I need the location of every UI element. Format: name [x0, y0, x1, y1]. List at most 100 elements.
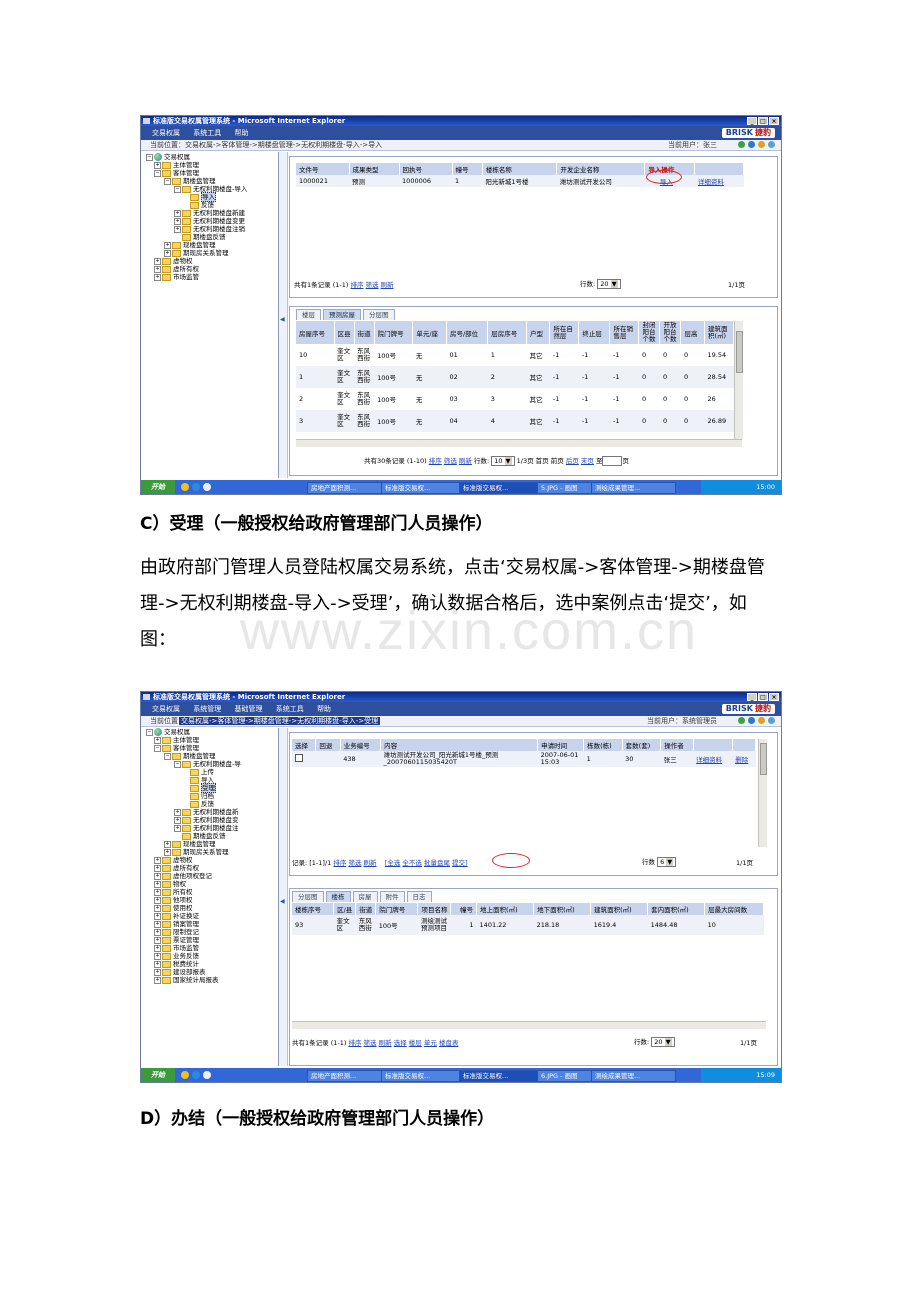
- sort-link[interactable]: 排序: [333, 859, 346, 867]
- vertical-scrollbar[interactable]: [734, 321, 743, 439]
- tree-node[interactable]: + 无权利期楼盘变更: [174, 217, 245, 225]
- tree-node[interactable]: − 客体管理: [154, 169, 199, 177]
- tab-house[interactable]: 房屋: [352, 891, 378, 902]
- tree-node[interactable]: 反馈: [190, 800, 214, 808]
- select-link[interactable]: 选择: [394, 1039, 407, 1047]
- last-page[interactable]: 末页: [581, 457, 594, 465]
- tree-node[interactable]: + 虚所有权: [154, 864, 199, 872]
- maximize-button[interactable]: □: [758, 693, 768, 701]
- tree-node[interactable]: − 无权利期楼盘-导: [174, 760, 241, 768]
- tab-layer-map[interactable]: 分层图: [292, 891, 324, 902]
- table-row[interactable]: 93 奎文区 东风西街 100号 测绘测试预测项目 1 1401.22 218.…: [292, 915, 764, 935]
- filter-link[interactable]: 筛选: [366, 281, 379, 289]
- tree-node[interactable]: + 票证管理: [154, 936, 199, 944]
- menu-item[interactable]: 系统管理: [193, 702, 221, 716]
- unit-link[interactable]: 单元: [424, 1039, 437, 1047]
- tree-node[interactable]: + 主体管理: [154, 736, 199, 744]
- taskbar-task[interactable]: 房地产面积测...: [307, 482, 382, 494]
- tree-node[interactable]: 反馈: [190, 201, 214, 209]
- menu-item[interactable]: 系统工具: [193, 126, 221, 140]
- minimize-button[interactable]: _: [747, 693, 757, 701]
- pane-splitter[interactable]: ◀: [279, 728, 288, 1066]
- taskbar-task[interactable]: 房地产面积测...: [307, 1070, 382, 1082]
- desktop-icon[interactable]: [181, 1071, 189, 1079]
- detail-link[interactable]: 详细资料: [696, 756, 722, 764]
- explorer-icon[interactable]: [203, 483, 211, 491]
- menu-item[interactable]: 基础管理: [234, 702, 262, 716]
- ie-icon[interactable]: [192, 1071, 200, 1079]
- sort-link[interactable]: 排序: [348, 1039, 361, 1047]
- taskbar-task[interactable]: 测绘成果管理...: [591, 1070, 676, 1082]
- tree-node-import[interactable]: 导入: [190, 192, 216, 202]
- tab-attachment[interactable]: 附件: [379, 891, 405, 902]
- taskbar-task[interactable]: 6.JPG - 画图: [537, 1070, 592, 1082]
- tree-node[interactable]: + 主体管理: [154, 161, 199, 169]
- next-page[interactable]: 后页: [566, 457, 579, 465]
- tree-node[interactable]: + 市场监管: [154, 273, 199, 281]
- menu-item[interactable]: 交易权属: [152, 126, 180, 140]
- tab-layer-map[interactable]: 分层图: [363, 309, 395, 320]
- tree-node[interactable]: + 税费统计: [154, 960, 199, 968]
- tree-node[interactable]: + 现楼盘管理: [164, 840, 216, 848]
- tree-node[interactable]: + 他项权: [154, 896, 193, 904]
- tree-node[interactable]: + 无权利期楼盘新建: [174, 209, 245, 217]
- menu-item[interactable]: 系统工具: [276, 702, 304, 716]
- taskbar-task[interactable]: 标准版交易权...: [459, 1070, 538, 1082]
- tree-node[interactable]: − 期楼盘管理: [164, 752, 216, 760]
- tree-node[interactable]: + 业务反馈: [154, 952, 199, 960]
- tree-node[interactable]: + 无权利期楼盘新: [174, 808, 239, 816]
- collapse-arrow-icon[interactable]: ◀: [280, 898, 285, 905]
- tree-node[interactable]: + 所有权: [154, 888, 193, 896]
- rows-select[interactable]: 10 ▼: [491, 456, 515, 466]
- tab-floor[interactable]: 楼层: [296, 309, 321, 320]
- tree-node[interactable]: + 物权: [154, 880, 186, 888]
- tree-node[interactable]: + 建设部报表: [154, 968, 206, 976]
- submit-link[interactable]: 提交]: [452, 859, 468, 867]
- desktop-icon[interactable]: [181, 483, 189, 491]
- help-icon[interactable]: [758, 717, 765, 724]
- row-checkbox[interactable]: [295, 754, 303, 762]
- maximize-button[interactable]: □: [758, 117, 768, 125]
- tab-log[interactable]: 日志: [406, 891, 432, 902]
- table-row[interactable]: 1 奎文区 东风西街 100号 无 02 2 其它 -1 -1 -1 0 00 28.54: [296, 366, 734, 388]
- delete-link[interactable]: 删除: [735, 756, 748, 764]
- filter-link[interactable]: 筛选: [348, 859, 361, 867]
- home-icon[interactable]: [738, 717, 745, 724]
- tree-node[interactable]: − 客体管理: [154, 744, 199, 752]
- exit-icon[interactable]: [768, 141, 775, 148]
- select-none-link[interactable]: 全不选: [402, 859, 422, 867]
- tree-node[interactable]: + 现楼盘管理: [164, 241, 216, 249]
- tree-node[interactable]: + 虚所有权: [154, 265, 199, 273]
- start-button[interactable]: 开始: [141, 1068, 175, 1082]
- tree-node[interactable]: + 期现房关系管理: [164, 249, 229, 257]
- ie-icon[interactable]: [192, 483, 200, 491]
- exit-icon[interactable]: [768, 717, 775, 724]
- start-button[interactable]: 开始: [141, 480, 175, 494]
- tree-node[interactable]: − 交易权属: [146, 153, 190, 161]
- menu-item[interactable]: 帮助: [317, 702, 331, 716]
- help-icon[interactable]: [758, 141, 765, 148]
- horizontal-scrollbar[interactable]: [296, 439, 742, 447]
- collapse-arrow-icon[interactable]: ◀: [280, 316, 285, 323]
- menu-item[interactable]: 交易权属: [152, 702, 180, 716]
- filter-link[interactable]: 筛选: [444, 457, 457, 465]
- explorer-icon[interactable]: [203, 1071, 211, 1079]
- first-page[interactable]: 首页: [536, 457, 549, 465]
- goto-page-input[interactable]: [602, 456, 623, 466]
- tab-building[interactable]: 楼栋: [325, 891, 351, 902]
- tree-node[interactable]: + 国家统计局报表: [154, 976, 219, 984]
- batch-link[interactable]: 批量盘尾: [424, 859, 450, 867]
- refresh-icon[interactable]: [748, 141, 755, 148]
- tree-node[interactable]: + 无权利期楼盘注: [174, 824, 239, 832]
- tab-predicted-house[interactable]: 预测房屋: [323, 309, 361, 320]
- tree-node[interactable]: + 销案管理: [154, 920, 199, 928]
- tree-node[interactable]: + 期现房关系管理: [164, 848, 229, 856]
- close-button[interactable]: ×: [769, 693, 779, 701]
- table-row[interactable]: 3 奎文区 东风西街 100号 无 04 4 其它 -1 -1 -1 0 00 26.89: [296, 410, 734, 432]
- floor-link[interactable]: 楼层: [409, 1039, 422, 1047]
- tree-node[interactable]: + 无权利期楼盘变: [174, 816, 239, 824]
- taskbar-task[interactable]: 测绘成果管理...: [591, 482, 676, 494]
- taskbar-task[interactable]: 标准版交易权...: [381, 1070, 460, 1082]
- tree-node[interactable]: 归档: [190, 792, 214, 800]
- home-icon[interactable]: [738, 141, 745, 148]
